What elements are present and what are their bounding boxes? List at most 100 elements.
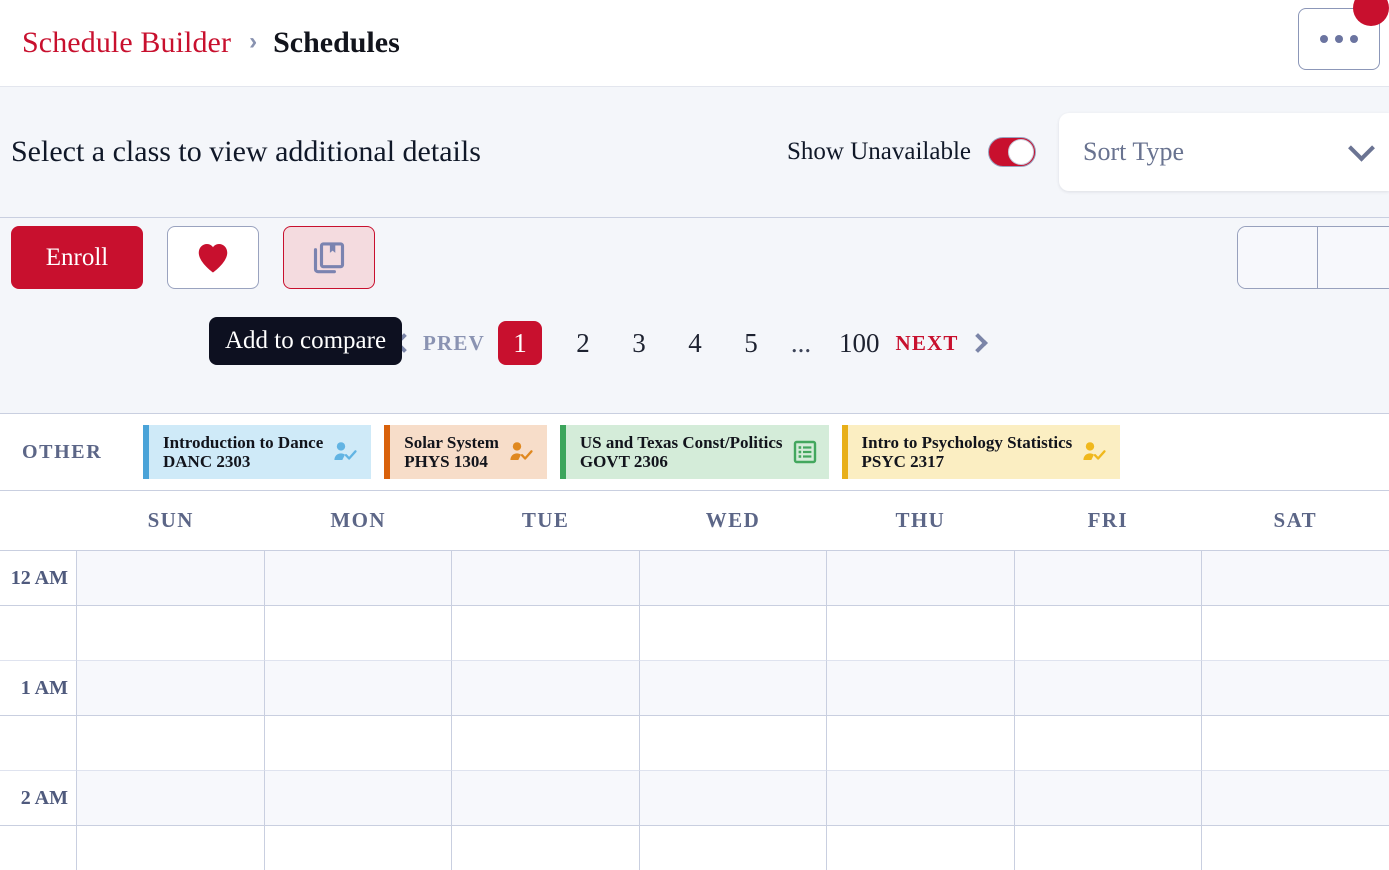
view-mode-toggle bbox=[1237, 226, 1389, 289]
calendar-cell[interactable] bbox=[827, 551, 1015, 606]
calendar-cell[interactable] bbox=[1015, 716, 1203, 771]
calendar-cell[interactable] bbox=[1202, 716, 1389, 771]
pagination-page-4[interactable]: 4 bbox=[683, 328, 707, 359]
course-chip-govt2306[interactable]: US and Texas Const/Politics GOVT 2306 bbox=[560, 425, 829, 479]
heart-icon bbox=[195, 241, 231, 274]
course-chip-code: PHYS 1304 bbox=[404, 452, 499, 471]
calendar-day-sat: SAT bbox=[1202, 491, 1389, 550]
calendar-cell[interactable] bbox=[1202, 551, 1389, 606]
calendar-cell[interactable] bbox=[265, 716, 453, 771]
calendar-cell[interactable] bbox=[452, 826, 640, 870]
calendar-cell[interactable] bbox=[640, 661, 828, 716]
action-toolbar: Enroll Add to compare PREV 1 2 3 4 5 .. bbox=[0, 218, 1389, 414]
calendar-cell[interactable] bbox=[1202, 606, 1389, 661]
calendar-cell[interactable] bbox=[1015, 661, 1203, 716]
calendar-cell[interactable] bbox=[640, 826, 828, 870]
calendar-cell[interactable] bbox=[827, 716, 1015, 771]
calendar-day-mon: MON bbox=[264, 491, 451, 550]
show-unavailable-label: Show Unavailable bbox=[787, 138, 971, 166]
pagination: PREV 1 2 3 4 5 ... 100 NEXT bbox=[397, 321, 985, 365]
person-check-icon bbox=[1082, 441, 1108, 463]
calendar-day-fri: FRI bbox=[1014, 491, 1201, 550]
breadcrumb-bar: Schedule Builder › Schedules bbox=[0, 0, 1389, 87]
calendar-row: 1 AM bbox=[0, 661, 1389, 716]
calendar-cell[interactable] bbox=[265, 771, 453, 826]
calendar-cell[interactable] bbox=[1015, 826, 1203, 870]
calendar-cell[interactable] bbox=[77, 661, 265, 716]
person-check-icon bbox=[509, 441, 535, 463]
chevron-down-icon bbox=[1348, 135, 1375, 162]
calendar-cell[interactable] bbox=[77, 771, 265, 826]
course-chip-title: Intro to Psychology Statistics bbox=[862, 433, 1073, 452]
calendar-cell[interactable] bbox=[265, 826, 453, 870]
calendar-cell[interactable] bbox=[827, 771, 1015, 826]
course-chip-row: OTHER Introduction to Dance DANC 2303 So… bbox=[0, 414, 1389, 491]
kebab-dot-icon bbox=[1335, 35, 1343, 43]
show-unavailable-toggle[interactable] bbox=[988, 137, 1036, 167]
calendar-cell[interactable] bbox=[452, 716, 640, 771]
calendar-cell[interactable] bbox=[1202, 826, 1389, 870]
calendar-cell[interactable] bbox=[1015, 771, 1203, 826]
pagination-next-button[interactable]: NEXT bbox=[895, 331, 984, 356]
add-to-compare-button[interactable] bbox=[283, 226, 375, 289]
instruction-text: Select a class to view additional detail… bbox=[11, 135, 481, 169]
calendar-cell[interactable] bbox=[77, 551, 265, 606]
list-view-button[interactable] bbox=[1238, 227, 1317, 288]
calendar-cell[interactable] bbox=[1202, 771, 1389, 826]
sort-type-select[interactable]: Sort Type bbox=[1059, 113, 1389, 191]
calendar-cell[interactable] bbox=[77, 826, 265, 870]
compare-books-icon bbox=[311, 240, 347, 276]
calendar-cell[interactable] bbox=[1015, 551, 1203, 606]
calendar-cell[interactable] bbox=[1015, 606, 1203, 661]
calendar-cell[interactable] bbox=[77, 716, 265, 771]
course-chip-danc2303[interactable]: Introduction to Dance DANC 2303 bbox=[143, 425, 371, 479]
pagination-page-3[interactable]: 3 bbox=[627, 328, 651, 359]
calendar-cell[interactable] bbox=[640, 551, 828, 606]
calendar-day-wed: WED bbox=[639, 491, 826, 550]
calendar-row: 12 AM bbox=[0, 551, 1389, 606]
calendar-row bbox=[0, 826, 1389, 870]
pagination-next-label: NEXT bbox=[895, 331, 958, 356]
calendar-cell[interactable] bbox=[77, 606, 265, 661]
show-unavailable-control[interactable]: Show Unavailable bbox=[787, 137, 1036, 167]
favorite-button[interactable] bbox=[167, 226, 259, 289]
calendar-time-label bbox=[0, 716, 77, 771]
calendar-cell[interactable] bbox=[640, 771, 828, 826]
calendar-day-sun: SUN bbox=[77, 491, 264, 550]
calendar-cell[interactable] bbox=[265, 606, 453, 661]
compare-tooltip: Add to compare bbox=[209, 317, 402, 365]
course-chip-phys1304[interactable]: Solar System PHYS 1304 bbox=[384, 425, 547, 479]
subheader-controls: Show Unavailable Sort Type bbox=[787, 87, 1389, 217]
calendar-cell[interactable] bbox=[265, 661, 453, 716]
calendar-cell[interactable] bbox=[827, 661, 1015, 716]
calendar-cell[interactable] bbox=[452, 551, 640, 606]
calendar-cell[interactable] bbox=[640, 716, 828, 771]
calendar-cell[interactable] bbox=[640, 606, 828, 661]
toggle-knob bbox=[1008, 139, 1034, 165]
calendar-time-label: 2 AM bbox=[0, 771, 77, 826]
calendar-cell[interactable] bbox=[1202, 661, 1389, 716]
chip-row-label: OTHER bbox=[22, 441, 143, 464]
calendar-cell[interactable] bbox=[452, 661, 640, 716]
calendar-cell[interactable] bbox=[265, 551, 453, 606]
breadcrumb-parent-link[interactable]: Schedule Builder bbox=[22, 26, 231, 60]
calendar-day-thu: THU bbox=[827, 491, 1014, 550]
pagination-page-1[interactable]: 1 bbox=[498, 321, 542, 365]
enroll-button[interactable]: Enroll bbox=[11, 226, 143, 289]
pagination-prev-button[interactable]: PREV bbox=[397, 331, 485, 356]
sort-type-value: Sort Type bbox=[1083, 137, 1184, 167]
calendar-cell[interactable] bbox=[452, 606, 640, 661]
pagination-page-100[interactable]: 100 bbox=[839, 328, 880, 359]
pagination-page-5[interactable]: 5 bbox=[739, 328, 763, 359]
calendar-view-button[interactable] bbox=[1317, 227, 1389, 288]
calendar-row: 2 AM bbox=[0, 771, 1389, 826]
calendar-time-label: 12 AM bbox=[0, 551, 77, 606]
calendar-time-label: 1 AM bbox=[0, 661, 77, 716]
calendar-cell[interactable] bbox=[827, 606, 1015, 661]
calendar-cell[interactable] bbox=[827, 826, 1015, 870]
pagination-page-2[interactable]: 2 bbox=[571, 328, 595, 359]
course-chip-psyc2317[interactable]: Intro to Psychology Statistics PSYC 2317 bbox=[842, 425, 1121, 479]
primary-actions: Enroll bbox=[11, 226, 375, 289]
course-chip-code: PSYC 2317 bbox=[862, 452, 1073, 471]
calendar-cell[interactable] bbox=[452, 771, 640, 826]
